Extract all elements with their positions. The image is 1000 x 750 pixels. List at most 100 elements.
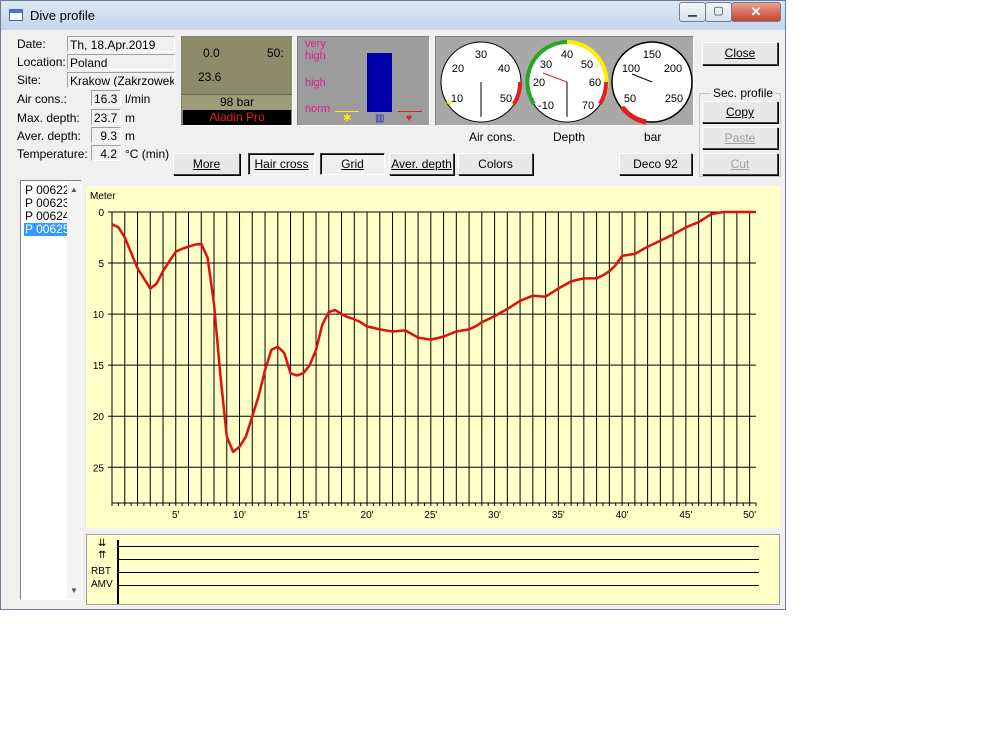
air-gauge-tick-3: 40 [498, 63, 510, 75]
x-tick-label: 35' [552, 510, 565, 521]
air-cons-gauge: 30 20 40 10 50 [440, 41, 523, 123]
aver-depth-button[interactable]: Aver. depth [389, 153, 454, 175]
x-tick-label: 50' [743, 510, 756, 521]
max-depth-value: 23.7 [91, 109, 121, 125]
chart-ylabel: Meter [90, 191, 116, 202]
ascent-arrows-icon: ⇊ [98, 538, 107, 549]
scroll-up-icon[interactable]: ▲ [70, 185, 78, 194]
location-field: Poland [67, 54, 175, 70]
descent-arrows-icon: ⇈ [98, 550, 107, 561]
events-strip: ⇊ ⇈ RBT AMV [86, 534, 780, 605]
depth-gauge-tick-5: 60 [589, 77, 601, 89]
depth-gauge: 40 30 50 20 60 -10 70 [525, 40, 609, 123]
paste-button[interactable]: Paste [702, 127, 778, 149]
depth-gauge-tick-6: -10 [538, 100, 554, 112]
depth-gauge-tick-2: 30 [540, 59, 552, 71]
x-tick-label: 20' [361, 510, 374, 521]
max-depth-unit: m [125, 111, 135, 125]
depth-gauge-label: Depth [553, 130, 586, 144]
location-label: Location: [17, 55, 66, 69]
colors-button[interactable]: Colors [458, 153, 533, 175]
device-value-left: 0.0 [203, 46, 220, 60]
grid-button[interactable]: Grid [320, 153, 385, 175]
sec-profile-label: Sec. profile [711, 86, 776, 100]
y-tick-label: 15 [93, 361, 105, 372]
device-value-right: 50: [267, 46, 284, 60]
dive-list-scrollbar[interactable]: ▲ ▼ [67, 181, 81, 599]
maximize-button[interactable]: ▢ [705, 2, 732, 22]
copy-button[interactable]: Copy [702, 101, 778, 123]
x-tick-label: 15' [297, 510, 310, 521]
dive-list[interactable]: P 00622 P 00623 P 00624 P 00625 ▲ ▼ [20, 180, 82, 600]
paste-button-label: Paste [724, 131, 756, 145]
aver-depth-value: 9.3 [91, 127, 121, 143]
bar-gauge-tick-5: 250 [665, 93, 683, 105]
dive-profile-window: Dive profile ▁ ▢ ✕ Date: Th, 18.Apr.2019… [0, 0, 786, 610]
rbt-label: RBT [91, 566, 111, 577]
y-tick-label: 20 [93, 412, 105, 423]
temperature-value: 4.2 [91, 145, 121, 161]
gauges-panel: 30 20 40 10 50 40 30 50 20 60 -10 70 150… [435, 36, 694, 126]
colors-button-label: Colors [478, 157, 513, 171]
window-icon [9, 9, 23, 21]
level-panel: very high high norm ✱ ▥ ♥ [297, 36, 430, 126]
device-value-mid: 23.6 [198, 70, 222, 84]
air-cons-gauge-label: Air cons. [469, 130, 516, 144]
level-high-label-1: high [305, 50, 326, 62]
amv-label: AMV [91, 579, 113, 590]
depth-gauge-tick-4: 20 [533, 77, 545, 89]
device-panel: 0.0 50: 23.6 98 bar Aladin Pro [181, 36, 293, 126]
air-cons-label: Air cons.: [17, 92, 68, 106]
cut-button[interactable]: Cut [702, 153, 778, 175]
copy-button-label: Copy [725, 105, 754, 119]
bar-gauge-tick-4: 50 [624, 93, 636, 105]
device-pressure: 98 bar [182, 94, 292, 110]
close-window-button[interactable]: ✕ [731, 2, 781, 22]
bar-gauge-tick-3: 200 [664, 63, 682, 75]
date-label: Date: [17, 37, 46, 51]
minimize-button[interactable]: ▁ [679, 2, 706, 22]
x-tick-label: 10' [233, 510, 246, 521]
level-very-label: very [305, 38, 326, 50]
sun-icon: ✱ [343, 113, 352, 124]
x-tick-label: 25' [424, 510, 437, 521]
title-bar: Dive profile ▁ ▢ ✕ [1, 1, 785, 30]
tank-icon: ▥ [375, 113, 385, 124]
date-field: Th, 18.Apr.2019 [67, 36, 175, 52]
site-label: Site: [17, 73, 42, 87]
dive-list-item[interactable]: P 00625 [24, 223, 71, 236]
grid-button-label: Grid [341, 157, 364, 171]
level-high-label-2: high [305, 77, 326, 89]
y-tick-label: 25 [93, 463, 105, 474]
level-bar [367, 53, 392, 112]
temperature-unit: °C (min) [125, 147, 170, 161]
y-tick-label: 0 [98, 208, 104, 219]
close-button[interactable]: Close [702, 42, 778, 65]
hair-cross-button[interactable]: Hair cross [248, 153, 315, 175]
air-cons-unit: l/min [125, 92, 151, 106]
air-gauge-tick-1: 30 [475, 49, 487, 61]
air-gauge-tick-4: 10 [451, 93, 463, 105]
deco-button[interactable]: Deco 92 [619, 153, 692, 175]
air-cons-value: 16.3 [91, 90, 121, 106]
bar-gauge-tick-2: 100 [622, 63, 640, 75]
aver-depth-button-label: Aver. depth [391, 157, 452, 171]
level-norm-label: norm [305, 103, 331, 115]
aver-depth-label: Aver. depth: [17, 129, 81, 143]
profile-chart-area[interactable]: Meter 0 5 10 15 20 25 5' 10' 15' 20' 25' 30' 35' 40' 4… [86, 186, 780, 528]
air-gauge-tick-2: 20 [452, 63, 464, 75]
hair-cross-button-label: Hair cross [254, 157, 309, 171]
scroll-down-icon[interactable]: ▼ [70, 586, 78, 595]
deco-button-label: Deco 92 [633, 157, 678, 171]
bar-gauge-tick-1: 150 [643, 49, 661, 61]
cut-button-label: Cut [730, 157, 750, 171]
y-tick-label: 10 [93, 310, 105, 321]
x-tick-label: 40' [616, 510, 629, 521]
x-tick-label: 30' [488, 510, 501, 521]
window-title: Dive profile [30, 8, 96, 23]
more-button-label: More [192, 157, 221, 171]
more-button[interactable]: More [173, 153, 240, 175]
close-button-label: Close [724, 46, 756, 60]
x-tick-label: 5' [172, 510, 180, 521]
y-tick-label: 5 [98, 259, 104, 270]
